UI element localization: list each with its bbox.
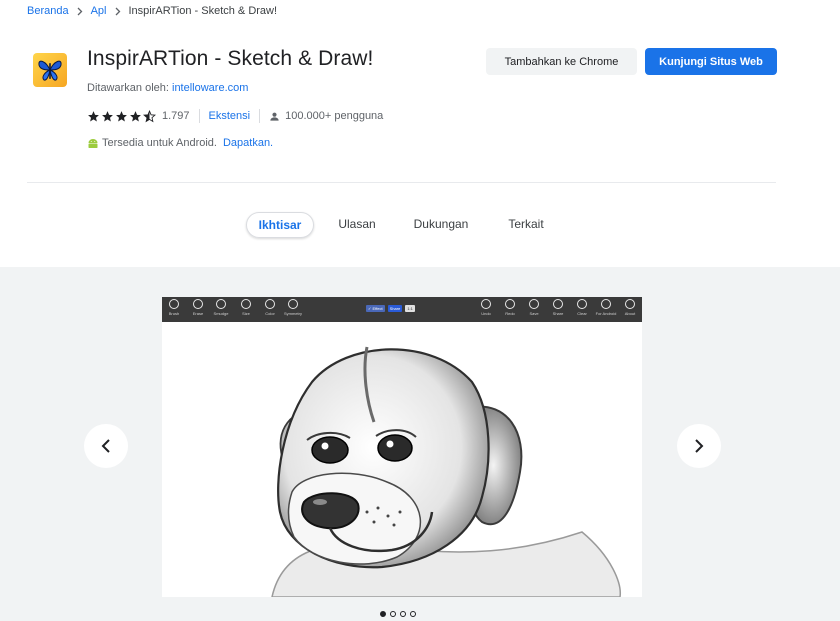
developer-link[interactable]: intelloware.com — [172, 82, 248, 94]
app-mid-toolbar: ✓ Effect Share 1:1 — [366, 305, 415, 312]
breadcrumb-current: InspirARTion - Sketch & Draw! — [128, 5, 278, 17]
chevron-right-icon — [77, 7, 83, 16]
user-count: 100.000+ pengguna — [269, 110, 383, 122]
android-text: Tersedia untuk Android. — [102, 137, 217, 149]
share-tool: Share — [546, 299, 570, 320]
smudge-icon — [216, 299, 226, 309]
extension-title: InspirARTion - Sketch & Draw! — [87, 47, 374, 70]
undo-tool: Undo — [474, 299, 498, 320]
breadcrumb: Beranda Apl InspirARTion - Sketch & Draw… — [27, 4, 277, 18]
star-icon — [130, 110, 141, 121]
gallery-pagination — [380, 611, 416, 617]
share-icon — [553, 299, 563, 309]
category-link[interactable]: Ekstensi — [209, 110, 251, 122]
redo-tool: Redo — [498, 299, 522, 320]
divider — [198, 109, 200, 123]
chevron-left-icon — [101, 439, 110, 453]
about-tool: About — [618, 299, 642, 320]
star-icon — [102, 110, 113, 121]
save-icon — [529, 299, 539, 309]
undo-icon — [481, 299, 491, 309]
symmetry-tool: Symmetry — [281, 299, 305, 320]
symmetry-icon — [288, 299, 298, 309]
dog-sketch-image — [162, 322, 642, 597]
user-count-label: 100.000+ pengguna — [285, 110, 384, 122]
offered-by-label: Ditawarkan oleh: — [87, 82, 169, 94]
rating-count[interactable]: 1.797 — [162, 110, 190, 122]
save-tool: Save — [522, 299, 546, 320]
star-icon — [116, 110, 127, 121]
butterfly-icon — [33, 53, 67, 87]
redo-icon — [505, 299, 515, 309]
chevron-right-icon — [115, 7, 121, 16]
android-icon — [601, 299, 611, 309]
info-icon — [625, 299, 635, 309]
add-to-chrome-button[interactable]: Tambahkan ke Chrome — [486, 48, 637, 75]
tab-reviews[interactable]: Ulasan — [332, 212, 382, 236]
gallery-next-button[interactable] — [677, 424, 721, 468]
pagination-dot[interactable] — [380, 611, 386, 617]
android-availability: Tersedia untuk Android. Dapatkan. — [87, 136, 273, 150]
meta-row: 1.797 Ekstensi 100.000+ pengguna — [87, 108, 383, 124]
erase-tool: Erase — [186, 299, 210, 320]
chevron-right-icon — [695, 439, 704, 453]
android-get-link[interactable]: Dapatkan. — [223, 137, 273, 149]
tab-related[interactable]: Terkait — [500, 212, 552, 236]
breadcrumb-apps-link[interactable]: Apl — [91, 5, 107, 17]
person-icon — [270, 112, 279, 121]
app-toolbar: Brush Erase Smudge Size Color Symmetry ✓… — [162, 297, 642, 322]
divider — [259, 109, 261, 123]
pagination-dot[interactable] — [390, 611, 396, 617]
brush-tool: Brush — [162, 299, 186, 320]
android-tool: For Android — [594, 299, 618, 320]
clear-tool: Clear — [570, 299, 594, 320]
breadcrumb-home-link[interactable]: Beranda — [27, 5, 69, 17]
clear-icon — [577, 299, 587, 309]
visit-website-button[interactable]: Kunjungi Situs Web — [645, 48, 777, 75]
size-icon — [241, 299, 251, 309]
eraser-icon — [193, 299, 203, 309]
brush-icon — [169, 299, 179, 309]
star-half-icon — [143, 109, 156, 122]
star-icon — [88, 110, 99, 121]
smudge-tool: Smudge — [209, 299, 233, 320]
palette-icon — [265, 299, 275, 309]
pagination-dot[interactable] — [400, 611, 406, 617]
android-icon — [88, 139, 98, 148]
rating-stars — [87, 109, 156, 123]
tab-bar: Ikhtisar Ulasan Dukungan Terkait — [0, 212, 840, 238]
tab-overview[interactable]: Ikhtisar — [246, 212, 314, 238]
tab-support[interactable]: Dukungan — [408, 212, 474, 236]
gallery-screenshot: Brush Erase Smudge Size Color Symmetry ✓… — [162, 297, 642, 597]
offered-by: Ditawarkan oleh: intelloware.com — [87, 82, 248, 94]
pagination-dot[interactable] — [410, 611, 416, 617]
color-tool: Color — [258, 299, 282, 320]
gallery-prev-button[interactable] — [84, 424, 128, 468]
size-tool: Size — [234, 299, 258, 320]
header-divider — [27, 182, 776, 183]
